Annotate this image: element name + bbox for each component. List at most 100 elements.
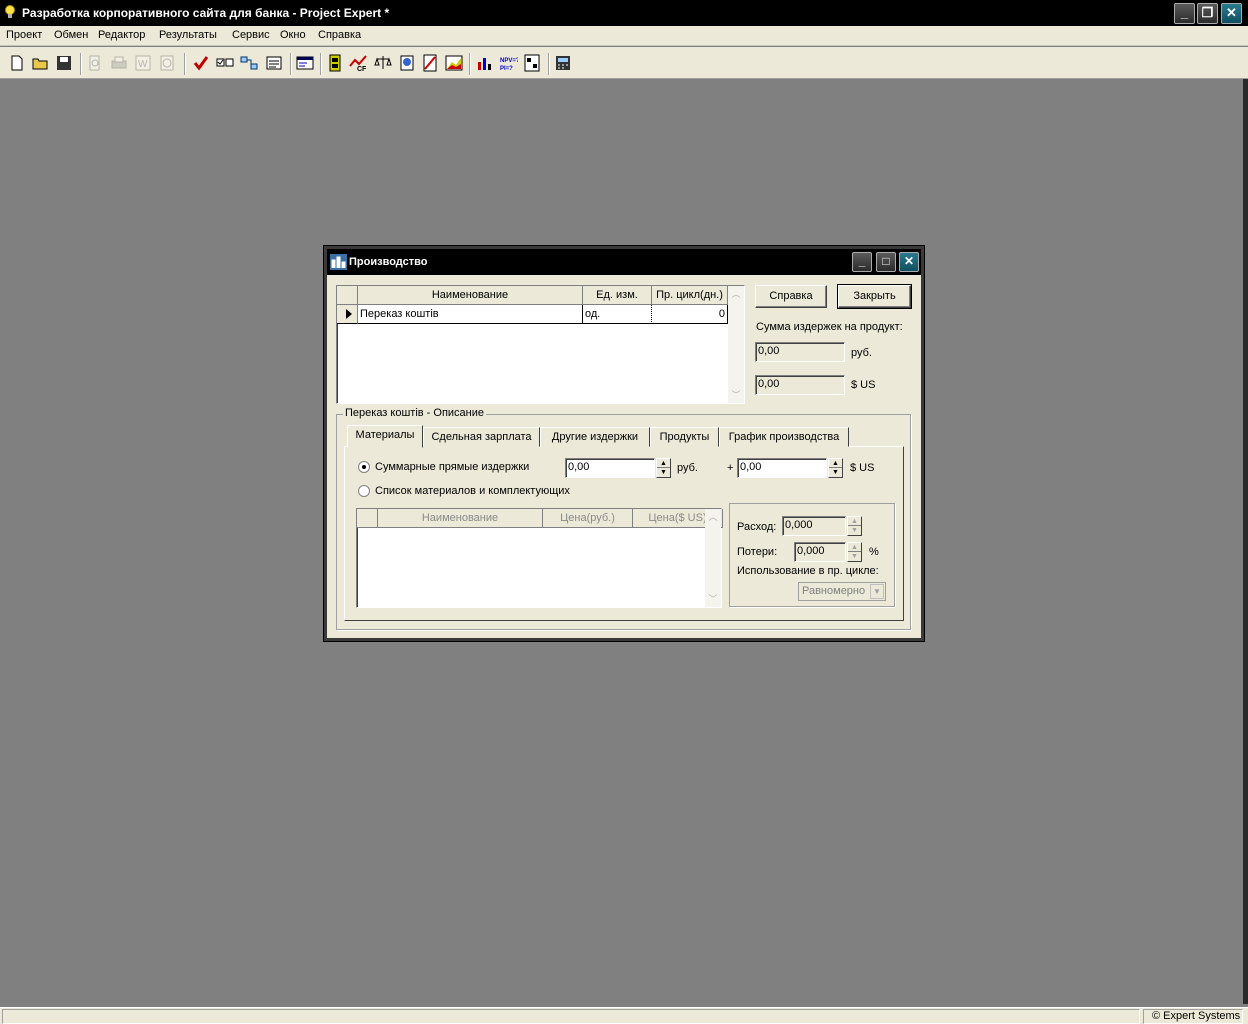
- spin-up-icon[interactable]: ▲: [657, 459, 670, 468]
- scroll-down-icon[interactable]: ﹀: [728, 387, 744, 403]
- svg-text:CF: CF: [357, 66, 367, 72]
- restore-button[interactable]: ❐: [1197, 3, 1218, 24]
- open-folder-icon[interactable]: [31, 54, 49, 72]
- menu-editor[interactable]: Редактор: [98, 29, 145, 41]
- usage-select: Равномерно ▼: [798, 582, 886, 601]
- total-rub-spinner[interactable]: ▲ ▼: [656, 458, 671, 478]
- menu-help[interactable]: Справка: [318, 29, 361, 41]
- products-table[interactable]: Наименование Ед. изм. Пр. цикл(дн.) Пере…: [336, 285, 745, 404]
- total-rub-unit: руб.: [677, 462, 698, 474]
- column-header-cycle[interactable]: Пр. цикл(дн.): [652, 286, 728, 305]
- tab-products[interactable]: Продукты: [650, 427, 719, 447]
- toolbar: W CF NPV=? PI=?: [0, 47, 1248, 79]
- new-file-icon[interactable]: [8, 54, 26, 72]
- losses-label: Потери:: [737, 546, 778, 558]
- total-rub-input[interactable]: 0,00: [565, 458, 655, 478]
- cash-flow-icon[interactable]: CF: [349, 54, 367, 72]
- bar-chart-icon[interactable]: [476, 54, 494, 72]
- materials-column-name: Наименование: [378, 509, 543, 528]
- area-chart-icon[interactable]: [445, 54, 463, 72]
- tab-production-schedule[interactable]: График производства: [719, 427, 849, 447]
- consumption-field: 0,000: [782, 516, 846, 536]
- production-icon: [330, 254, 347, 270]
- status-panel-main: [2, 1009, 1140, 1024]
- tab-other-costs[interactable]: Другие издержки: [540, 427, 650, 447]
- print-icon[interactable]: [110, 54, 128, 72]
- production-dialog: Производство _ □ ✕ Наименование Ед. изм.…: [323, 245, 925, 642]
- chevron-down-icon: ▼: [870, 584, 884, 599]
- tab-materials[interactable]: Материалы: [347, 425, 423, 448]
- profit-report-icon[interactable]: [398, 54, 416, 72]
- total-costs-label[interactable]: Суммарные прямые издержки: [375, 461, 529, 473]
- scroll-up-icon[interactable]: ︿: [705, 509, 721, 525]
- close-button[interactable]: ✕: [1221, 3, 1242, 24]
- close-dialog-button[interactable]: Закрыть: [837, 284, 912, 309]
- word-export-icon[interactable]: W: [134, 54, 152, 72]
- column-header-name[interactable]: Наименование: [358, 286, 583, 305]
- menu-project[interactable]: Проект: [6, 29, 42, 41]
- toolbar-separator: [548, 53, 550, 75]
- dialog-title: Производство: [349, 256, 428, 268]
- scroll-down-icon[interactable]: ﹀: [705, 591, 721, 607]
- dialog-minimize-button[interactable]: _: [852, 252, 872, 272]
- menu-exchange[interactable]: Обмен: [54, 29, 88, 41]
- toolbar-separator: [469, 53, 471, 75]
- table-row-unit[interactable]: од.: [583, 305, 652, 324]
- cost-rub-field: 0,00: [755, 342, 845, 362]
- menu-results[interactable]: Результаты: [159, 29, 217, 41]
- rub-unit-label: руб.: [851, 347, 872, 359]
- toolbar-separator: [184, 53, 186, 75]
- help-button[interactable]: Справка: [755, 285, 827, 308]
- check-list-icon[interactable]: [216, 54, 234, 72]
- spin-up-icon[interactable]: ▲: [829, 459, 842, 468]
- menu-window[interactable]: Окно: [280, 29, 306, 41]
- report-icon[interactable]: [158, 54, 176, 72]
- minimize-button[interactable]: _: [1174, 3, 1195, 24]
- film-strip-icon[interactable]: [326, 54, 344, 72]
- description-group-caption: Переказ коштів - Описание: [343, 407, 486, 419]
- dialog-close-button[interactable]: ✕: [899, 252, 919, 272]
- cost-usd-field: 0,00: [755, 375, 845, 395]
- document-list-icon[interactable]: [265, 54, 283, 72]
- table-row-cycle[interactable]: 0: [652, 305, 728, 324]
- npv-pi-icon[interactable]: NPV=? PI=?: [500, 54, 518, 72]
- materials-list-label[interactable]: Список материалов и комплектующих: [375, 485, 570, 497]
- spin-down-icon[interactable]: ▼: [829, 468, 842, 477]
- total-costs-radio[interactable]: [358, 461, 370, 473]
- losses-field: 0,000: [794, 542, 846, 562]
- dialog-body: Наименование Ед. изм. Пр. цикл(дн.) Пере…: [328, 275, 921, 638]
- print-preview-icon[interactable]: [86, 54, 104, 72]
- lightbulb-icon: [5, 5, 15, 18]
- scroll-up-icon[interactable]: ︿: [728, 286, 744, 302]
- flow-diagram-icon[interactable]: [240, 54, 258, 72]
- total-usd-input[interactable]: 0,00: [737, 458, 827, 478]
- menu-bar: Проект Обмен Редактор Результаты Сервис …: [0, 26, 1248, 46]
- save-icon[interactable]: [55, 54, 73, 72]
- table-row-name[interactable]: Переказ коштів: [358, 305, 583, 324]
- products-scrollbar[interactable]: ︿ ﹀: [728, 286, 744, 403]
- calculator-icon[interactable]: [554, 54, 572, 72]
- analysis-chart-icon[interactable]: [421, 54, 439, 72]
- consumption-label: Расход:: [737, 521, 777, 533]
- menu-service[interactable]: Сервис: [232, 29, 270, 41]
- column-header-unit[interactable]: Ед. изм.: [583, 286, 652, 305]
- dialog-maximize-button[interactable]: □: [876, 252, 896, 272]
- row-indicator-header: [357, 509, 378, 528]
- spin-up-icon: ▲: [848, 543, 861, 552]
- materials-table[interactable]: Наименование Цена(руб.) Цена($ US) ︿ ﹀: [356, 508, 723, 608]
- toolbar-separator: [80, 53, 82, 75]
- materials-scrollbar[interactable]: ︿ ﹀: [705, 509, 721, 607]
- balance-scale-icon[interactable]: [374, 54, 392, 72]
- materials-list-radio[interactable]: [358, 485, 370, 497]
- project-structure-icon[interactable]: [523, 54, 541, 72]
- app-titlebar: Разработка корпоративного сайта для банк…: [0, 0, 1248, 26]
- spin-up-icon: ▲: [848, 517, 861, 526]
- window-table-icon[interactable]: [296, 54, 314, 72]
- spin-down-icon[interactable]: ▼: [657, 468, 670, 477]
- toolbar-separator: [290, 53, 292, 75]
- spin-down-icon: ▼: [851, 527, 858, 534]
- total-usd-spinner[interactable]: ▲ ▼: [828, 458, 843, 478]
- tab-piecework-wages[interactable]: Сдельная зарплата: [423, 427, 540, 447]
- svg-text:PI=?: PI=?: [500, 66, 513, 72]
- checkmark-icon[interactable]: [192, 54, 210, 72]
